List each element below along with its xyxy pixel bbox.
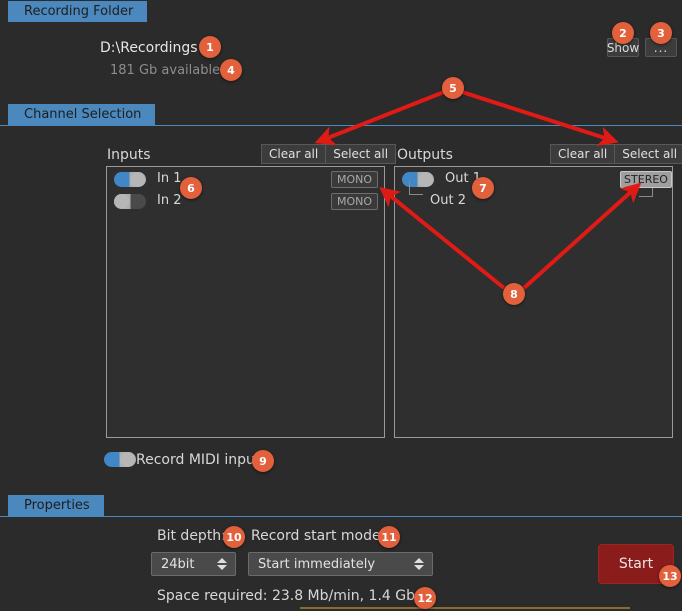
channel-selection-rule — [0, 125, 682, 126]
annotation-marker-7: 7 — [472, 177, 494, 199]
bottom-amber-strip — [300, 607, 630, 609]
toggle-knob — [130, 172, 145, 187]
inputs-clear-all-button[interactable]: Clear all — [261, 144, 327, 164]
outputs-select-buttons: Clear all Select all — [550, 144, 682, 164]
inputs-channel-panel: In 1 MONO In 2 MONO — [106, 166, 385, 438]
record-start-mode-value: Start immediately — [258, 556, 376, 572]
annotation-marker-6: 6 — [180, 177, 202, 199]
input-channel-2-label: In 2 — [157, 193, 182, 208]
input-channel-1-toggle[interactable] — [114, 172, 146, 187]
bit-depth-dropdown[interactable]: 24bit — [151, 552, 236, 576]
annotation-marker-11: 11 — [378, 526, 400, 548]
recorder-dialog: Recording Folder D:\Recordings 181 Gb av… — [0, 0, 682, 611]
section-tab-properties[interactable]: Properties — [8, 495, 104, 516]
annotation-marker-13: 13 — [659, 565, 681, 587]
outputs-title: Outputs — [397, 147, 453, 163]
annotation-marker-3: 3 — [650, 22, 672, 44]
section-tab-channel-selection[interactable]: Channel Selection — [8, 104, 156, 125]
toggle-knob — [120, 452, 135, 467]
outputs-select-all-button[interactable]: Select all — [615, 144, 682, 164]
input-channel-2-toggle[interactable] — [114, 194, 146, 209]
record-start-mode-dropdown[interactable]: Start immediately — [248, 552, 433, 576]
input-channel-2-mode-chip[interactable]: MONO — [331, 193, 378, 210]
recording-folder-path: D:\Recordings — [100, 40, 198, 56]
output-channel-2-label: Out 2 — [430, 193, 466, 208]
stepper-arrows-icon[interactable] — [414, 558, 424, 570]
recording-folder-available: 181 Gb available. — [110, 63, 225, 78]
stepper-arrows-icon[interactable] — [217, 558, 227, 570]
bit-depth-label: Bit depth: — [157, 528, 226, 544]
inputs-select-buttons: Clear all Select all — [261, 144, 397, 164]
outputs-channel-panel: Out 1 Out 2 STEREO — [394, 166, 673, 438]
annotation-marker-1: 1 — [199, 36, 221, 58]
record-midi-input-label: Record MIDI input — [136, 452, 261, 468]
annotation-marker-5: 5 — [442, 77, 464, 99]
annotation-marker-4: 4 — [220, 59, 242, 81]
input-channel-1-mode-chip[interactable]: MONO — [331, 171, 378, 188]
input-channel-1-label: In 1 — [157, 171, 182, 186]
annotation-marker-12: 12 — [414, 587, 436, 609]
annotation-marker-2: 2 — [612, 22, 634, 44]
bit-depth-value: 24bit — [161, 556, 195, 572]
output-stereo-link-bracket-left — [409, 181, 423, 195]
annotation-marker-9: 9 — [252, 450, 274, 472]
outputs-clear-all-button[interactable]: Clear all — [550, 144, 616, 164]
toggle-knob — [114, 194, 129, 209]
annotation-marker-10: 10 — [223, 526, 245, 548]
record-start-mode-label: Record start mode: — [251, 528, 386, 544]
properties-rule — [0, 516, 682, 517]
record-midi-input-toggle[interactable] — [104, 452, 136, 467]
annotation-marker-8: 8 — [503, 283, 525, 305]
inputs-title: Inputs — [107, 147, 151, 163]
inputs-select-all-button[interactable]: Select all — [326, 144, 397, 164]
space-required-text: Space required: 23.8 Mb/min, 1.4 Gb/hr — [157, 588, 435, 604]
section-tab-recording-folder[interactable]: Recording Folder — [8, 1, 148, 22]
output-stereo-mode-chip[interactable]: STEREO — [620, 171, 672, 188]
